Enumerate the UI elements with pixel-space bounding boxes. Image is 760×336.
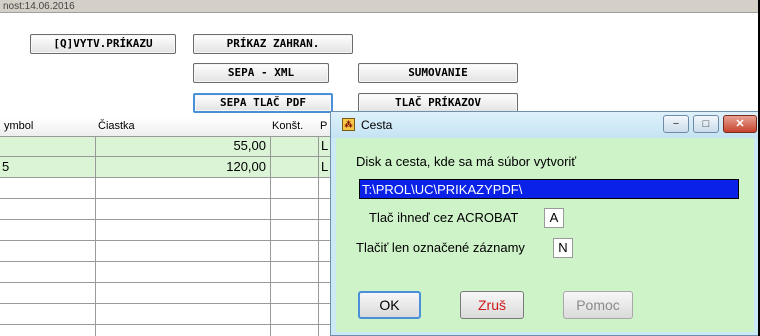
cancel-button[interactable]: Zruš — [460, 291, 524, 319]
cell-symbol — [2, 262, 92, 282]
print-orders-button[interactable]: TLAČ PRÍKAZOV — [358, 93, 518, 113]
table-row[interactable] — [0, 262, 336, 283]
cell-symbol — [2, 136, 92, 156]
maximize-icon[interactable]: □ — [693, 115, 719, 133]
status-bar: nost:14.06.2016 — [0, 0, 758, 13]
ok-button[interactable]: OK — [358, 291, 421, 319]
cell-amount: 120,00 — [226, 159, 266, 174]
table-row[interactable] — [0, 178, 336, 199]
cell-amount — [96, 178, 266, 198]
cell-amount — [96, 283, 266, 303]
column-divider — [318, 118, 319, 336]
sepa-xml-button[interactable]: SEPA - XML — [193, 63, 329, 83]
acrobat-label: Tlač ihneď cez ACROBAT — [369, 210, 519, 225]
close-icon[interactable]: ✕ — [723, 115, 757, 133]
cell-symbol — [2, 241, 92, 261]
summing-button[interactable]: SUMOVANIE — [358, 63, 518, 83]
cell-symbol — [2, 220, 92, 240]
cell-symbol: 5 — [2, 159, 10, 174]
cell-amount — [96, 199, 266, 219]
cell-symbol — [2, 283, 92, 303]
column-header-const[interactable]: Konšt. — [272, 120, 303, 132]
cell-amount — [96, 304, 266, 324]
column-header-amount[interactable]: Čiastka — [98, 120, 135, 132]
cell-symbol — [2, 199, 92, 219]
path-input[interactable]: T:\PROL\UC\PRIKAZYPDF\ — [359, 179, 739, 199]
table-row[interactable] — [0, 199, 336, 220]
cell-amount: 55,00 — [233, 138, 266, 153]
table-row[interactable]: 5 120,00 L — [0, 157, 336, 178]
dialog-title: Cesta — [361, 118, 393, 132]
path-dialog: ⁂ Cesta − □ ✕ Disk a cesta, kde sa má sú… — [330, 111, 760, 336]
sepa-print-pdf-button[interactable]: SEPA TLAČ PDF — [193, 93, 333, 113]
table-row[interactable] — [0, 283, 336, 304]
create-order-button[interactable]: [Q]VYTV.PRÍKAZU — [30, 34, 176, 54]
app-icon: ⁂ — [342, 118, 355, 131]
column-divider — [95, 118, 96, 336]
app-window: nost:14.06.2016 [Q]VYTV.PRÍKAZU PRÍKAZ Z… — [0, 0, 760, 336]
minimize-icon[interactable]: − — [663, 115, 689, 133]
table-row[interactable]: 55,00 L — [0, 136, 336, 157]
dialog-titlebar[interactable]: ⁂ Cesta − □ ✕ — [331, 112, 759, 138]
cell-amount — [96, 241, 266, 261]
cell-amount — [96, 262, 266, 282]
column-header-symbol[interactable]: ymbol — [4, 120, 33, 132]
path-label: Disk a cesta, kde sa má súbor vytvoriť — [356, 154, 577, 169]
cell-symbol — [2, 304, 92, 324]
cell-amount — [96, 220, 266, 240]
table-header: ymbol Čiastka Konšt. P — [0, 118, 336, 137]
column-divider — [270, 118, 271, 336]
orders-table[interactable]: 55,00 L 5 120,00 L ymbol Čiastka Konšt. P — [0, 118, 336, 336]
table-row[interactable] — [0, 220, 336, 241]
foreign-order-button[interactable]: PRÍKAZ ZAHRAN. — [193, 34, 353, 54]
marked-input[interactable]: N — [553, 238, 573, 258]
column-header-extra[interactable]: P — [320, 120, 327, 132]
acrobat-input[interactable]: A — [544, 208, 564, 228]
marked-label: Tlačiť len označené záznamy — [356, 240, 525, 255]
table-row[interactable] — [0, 241, 336, 262]
table-row[interactable] — [0, 304, 336, 325]
cell-symbol — [2, 178, 92, 198]
dialog-body: Disk a cesta, kde sa má súbor vytvoriť T… — [336, 138, 754, 332]
help-button[interactable]: Pomoc — [563, 291, 633, 319]
